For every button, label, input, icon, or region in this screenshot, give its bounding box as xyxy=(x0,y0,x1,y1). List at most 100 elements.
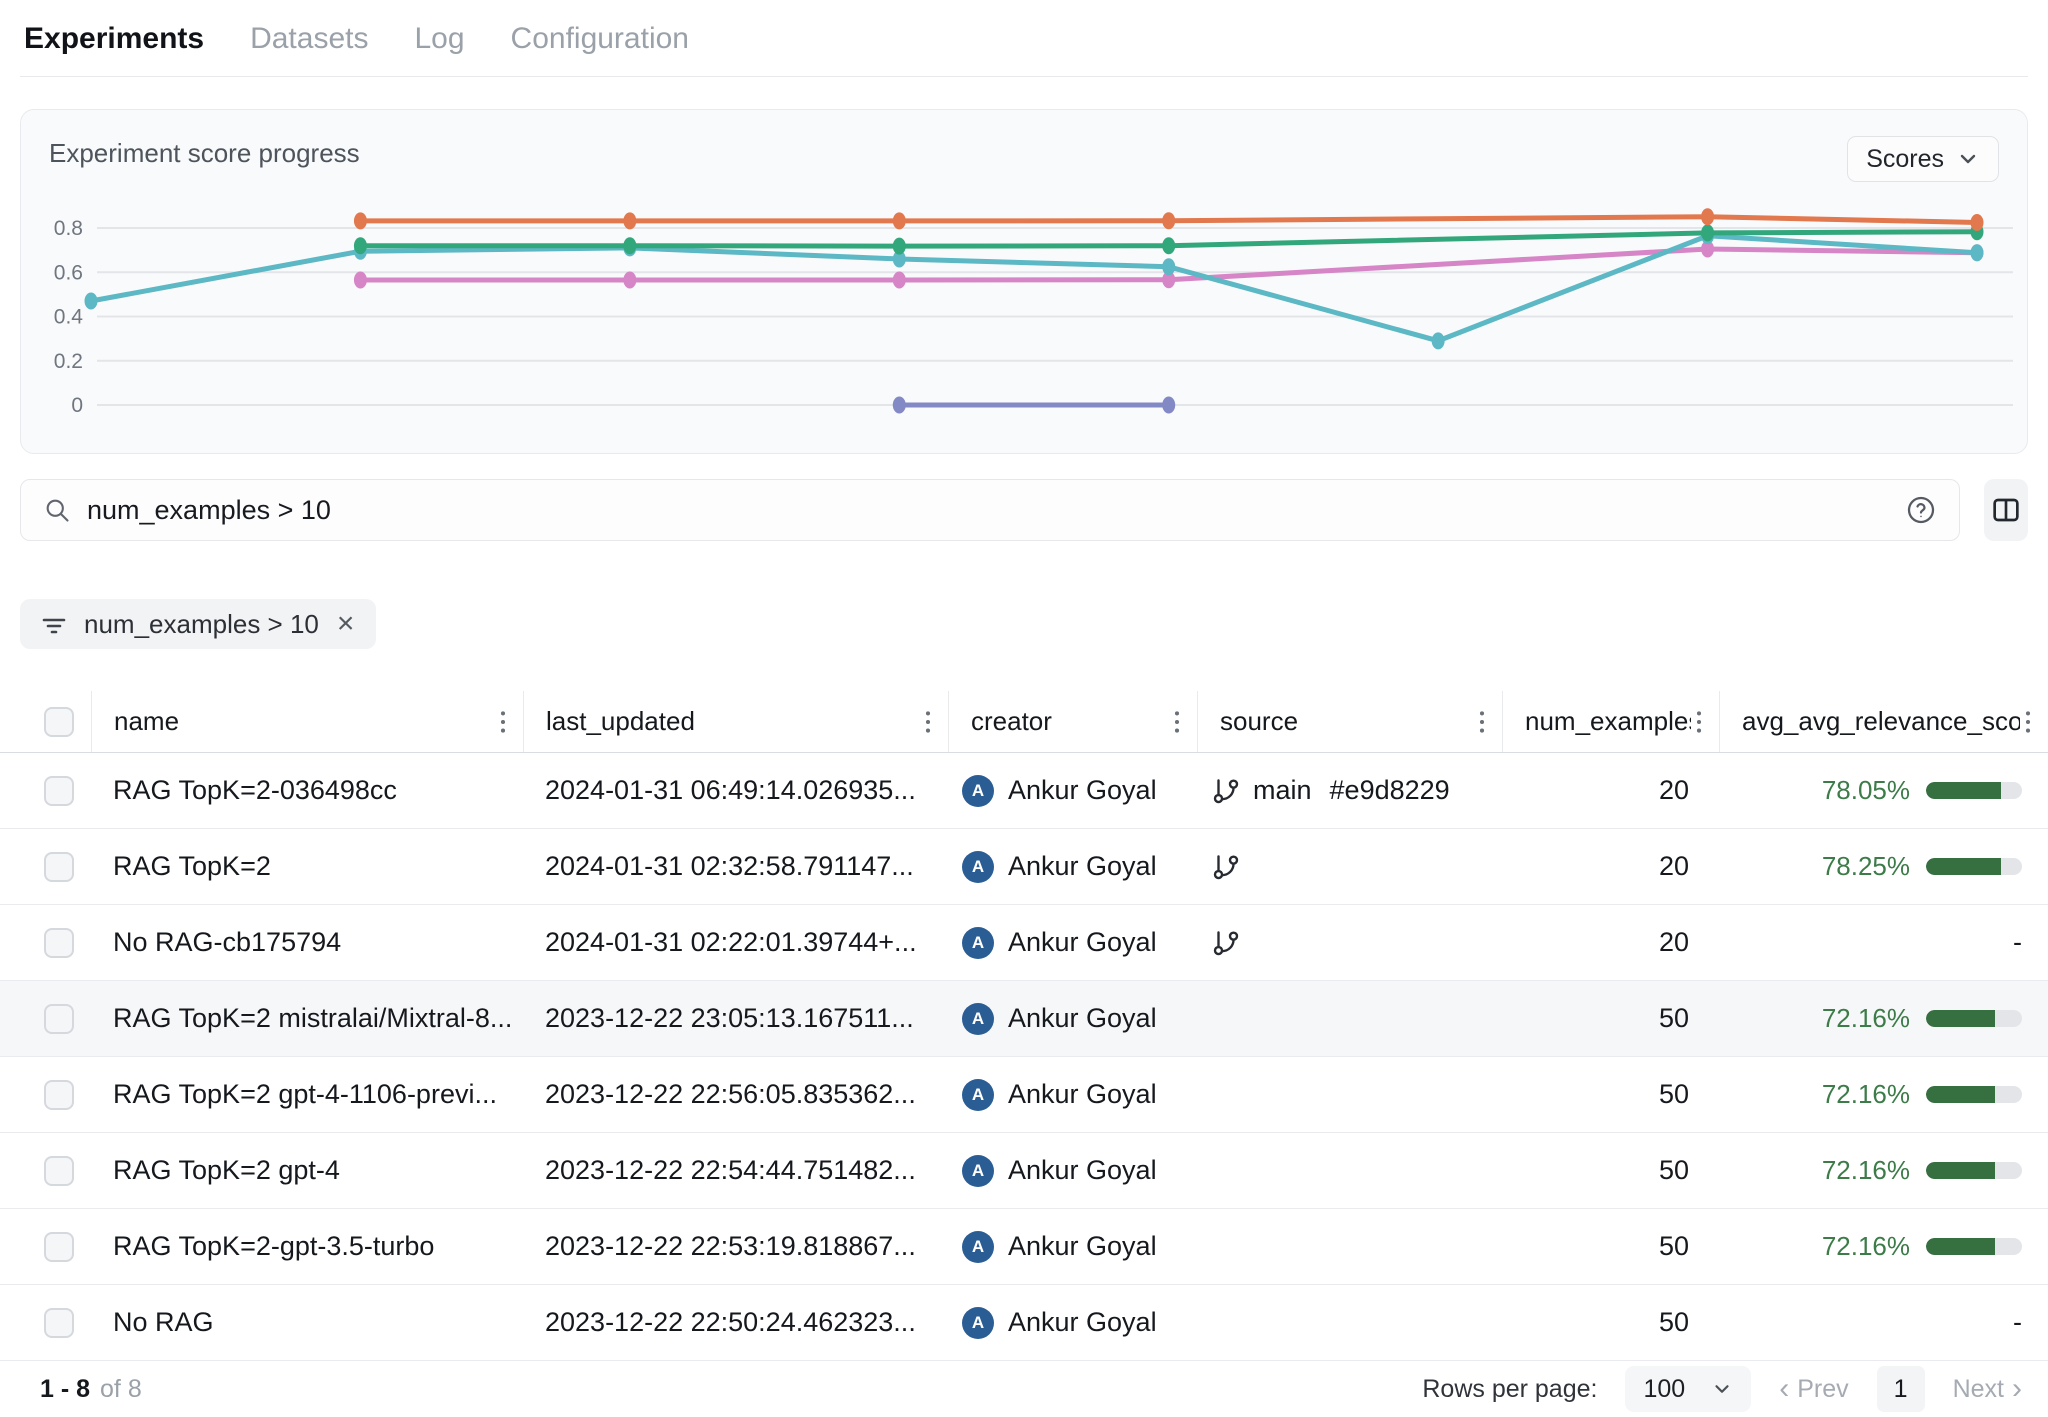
row-checkbox[interactable] xyxy=(44,928,74,958)
data-point-orange[interactable] xyxy=(623,212,636,229)
table-row[interactable]: RAG TopK=2 gpt-4 2023-12-22 22:54:44.751… xyxy=(0,1133,2048,1209)
experiment-name[interactable]: RAG TopK=2 mistralai/Mixtral-8... xyxy=(91,981,523,1056)
tab-log[interactable]: Log xyxy=(414,22,464,56)
last-updated-value: 2024-01-31 02:22:01.39744+... xyxy=(523,905,948,980)
experiment-name[interactable]: No RAG xyxy=(91,1285,523,1360)
column-header-avg_avg_relevance_score[interactable]: avg_avg_relevance_score xyxy=(1719,691,2048,752)
row-checkbox[interactable] xyxy=(44,1156,74,1186)
experiment-name[interactable]: RAG TopK=2 xyxy=(91,829,523,904)
scores-dropdown-button[interactable]: Scores xyxy=(1847,136,1999,182)
search-input[interactable] xyxy=(87,495,1889,526)
rows-per-page-select[interactable]: 100 xyxy=(1625,1366,1751,1412)
current-page-button[interactable]: 1 xyxy=(1877,1366,1925,1412)
creator-name: Ankur Goyal xyxy=(1008,927,1157,958)
tab-experiments[interactable]: Experiments xyxy=(24,22,204,56)
filter-chip[interactable]: num_examples > 10 × xyxy=(20,599,376,649)
experiment-name[interactable]: RAG TopK=2-gpt-3.5-turbo xyxy=(91,1209,523,1284)
num-examples-value: 50 xyxy=(1502,1057,1719,1132)
last-updated-value: 2023-12-22 23:05:13.167511... xyxy=(523,981,948,1056)
data-point-teal[interactable] xyxy=(85,293,98,310)
chevron-down-icon xyxy=(1711,1378,1733,1400)
chevron-left-icon: ‹ xyxy=(1779,1374,1789,1404)
score-bar-fill xyxy=(1926,1238,1995,1255)
column-menu-icon[interactable] xyxy=(1474,707,1490,737)
experiment-name[interactable]: RAG TopK=2 gpt-4 xyxy=(91,1133,523,1208)
data-point-orange[interactable] xyxy=(893,212,906,229)
nav-divider xyxy=(20,76,2028,77)
score-bar-fill xyxy=(1926,782,2001,799)
column-menu-icon[interactable] xyxy=(920,707,936,737)
data-point-purple[interactable] xyxy=(1162,397,1175,414)
data-point-pink[interactable] xyxy=(354,271,367,288)
row-checkbox[interactable] xyxy=(44,1308,74,1338)
score-bar-fill xyxy=(1926,1162,1995,1179)
git-branch-icon xyxy=(1211,928,1241,958)
help-icon[interactable] xyxy=(1905,494,1937,526)
table-row[interactable]: No RAG 2023-12-22 22:50:24.462323... A A… xyxy=(0,1285,2048,1361)
search-box[interactable] xyxy=(20,479,1960,541)
row-checkbox[interactable] xyxy=(44,776,74,806)
data-point-green[interactable] xyxy=(354,237,367,254)
score-bar-fill xyxy=(1926,1086,1995,1103)
table-row[interactable]: RAG TopK=2-036498cc 2024-01-31 06:49:14.… xyxy=(0,753,2048,829)
select-all-checkbox[interactable] xyxy=(44,707,74,737)
data-point-orange[interactable] xyxy=(1162,212,1175,229)
data-point-teal[interactable] xyxy=(1432,332,1445,349)
data-point-orange[interactable] xyxy=(1971,214,1984,231)
data-point-teal[interactable] xyxy=(1162,258,1175,275)
toggle-side-panel-button[interactable] xyxy=(1984,479,2028,541)
experiments-table: name last_updated creator source num_exa… xyxy=(0,691,2048,1361)
table-row[interactable]: RAG TopK=2 gpt-4-1106-previ... 2023-12-2… xyxy=(0,1057,2048,1133)
prev-page-button[interactable]: ‹Prev xyxy=(1779,1374,1848,1404)
column-menu-icon[interactable] xyxy=(2020,707,2036,737)
row-checkbox[interactable] xyxy=(44,1080,74,1110)
data-point-pink[interactable] xyxy=(893,271,906,288)
experiment-name[interactable]: No RAG-cb175794 xyxy=(91,905,523,980)
num-examples-value: 20 xyxy=(1502,753,1719,828)
table-row[interactable]: RAG TopK=2 2024-01-31 02:32:58.791147...… xyxy=(0,829,2048,905)
column-header-name[interactable]: name xyxy=(91,691,523,752)
score-bar xyxy=(1926,782,2022,799)
row-checkbox[interactable] xyxy=(44,1232,74,1262)
git-branch-icon xyxy=(1211,852,1241,882)
table-row[interactable]: No RAG-cb175794 2024-01-31 02:22:01.3974… xyxy=(0,905,2048,981)
column-header-source[interactable]: source xyxy=(1197,691,1502,752)
data-point-orange[interactable] xyxy=(354,212,367,229)
data-point-orange[interactable] xyxy=(1701,208,1714,225)
column-menu-icon[interactable] xyxy=(1169,707,1185,737)
data-point-green[interactable] xyxy=(893,238,906,255)
data-point-purple[interactable] xyxy=(893,397,906,414)
experiment-name[interactable]: RAG TopK=2 gpt-4-1106-previ... xyxy=(91,1057,523,1132)
data-point-pink[interactable] xyxy=(623,271,636,288)
row-checkbox[interactable] xyxy=(44,1004,74,1034)
table-row[interactable]: RAG TopK=2-gpt-3.5-turbo 2023-12-22 22:5… xyxy=(0,1209,2048,1285)
data-point-teal[interactable] xyxy=(1971,244,1984,261)
column-menu-icon[interactable] xyxy=(495,707,511,737)
data-point-green[interactable] xyxy=(623,237,636,254)
creator-cell: A Ankur Goyal xyxy=(948,1057,1197,1132)
row-checkbox[interactable] xyxy=(44,852,74,882)
column-header-last_updated[interactable]: last_updated xyxy=(523,691,948,752)
source-cell xyxy=(1197,981,1502,1056)
column-header-num_examples[interactable]: num_examples xyxy=(1502,691,1719,752)
remove-filter-icon[interactable]: × xyxy=(335,609,357,639)
avatar: A xyxy=(962,851,994,883)
row-select-cell xyxy=(0,1285,91,1360)
data-point-green[interactable] xyxy=(1162,237,1175,254)
score-progress-chart[interactable]: 00.20.40.60.8 xyxy=(21,200,2029,440)
data-point-green[interactable] xyxy=(1701,224,1714,241)
y-axis-tick-label: 0 xyxy=(71,394,83,417)
table-row[interactable]: RAG TopK=2 mistralai/Mixtral-8... 2023-1… xyxy=(0,981,2048,1057)
rows-per-page-value: 100 xyxy=(1643,1375,1685,1404)
row-select-cell xyxy=(0,1057,91,1132)
pagination-controls: Rows per page: 100 ‹Prev 1 Next› xyxy=(1422,1366,2022,1412)
tab-configuration[interactable]: Configuration xyxy=(511,22,689,56)
num-examples-value: 50 xyxy=(1502,1209,1719,1284)
source-cell xyxy=(1197,1057,1502,1132)
tab-datasets[interactable]: Datasets xyxy=(250,22,368,56)
score-cell: - xyxy=(1719,905,2048,980)
next-page-button[interactable]: Next› xyxy=(1953,1374,2022,1404)
column-header-creator[interactable]: creator xyxy=(948,691,1197,752)
column-menu-icon[interactable] xyxy=(1691,707,1707,737)
experiment-name[interactable]: RAG TopK=2-036498cc xyxy=(91,753,523,828)
